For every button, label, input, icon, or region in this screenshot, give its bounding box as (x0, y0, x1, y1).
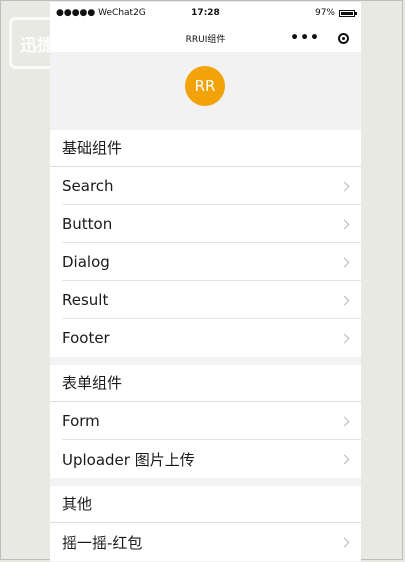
avatar[interactable]: RR (185, 66, 225, 106)
section-title: 表单组件 (50, 365, 361, 402)
section-divider (50, 478, 361, 486)
list-item-form[interactable]: Form (50, 402, 361, 440)
close-miniprogram-icon[interactable] (338, 32, 349, 44)
chevron-right-icon (339, 181, 350, 192)
page-title: RRUI组件 (185, 34, 226, 45)
item-label: Footer (62, 329, 110, 347)
chevron-right-icon (339, 219, 350, 230)
section-divider (50, 357, 361, 365)
phone-screen: ●●●●● WeChat2G 17:28 97% RRUI组件 ••• RR 基… (50, 2, 361, 562)
section-title: 基础组件 (50, 130, 361, 167)
battery-level (341, 11, 353, 15)
list-item-result[interactable]: Result (50, 281, 361, 319)
list-item-dialog[interactable]: Dialog (50, 243, 361, 281)
item-label: Form (62, 412, 100, 430)
item-label: Uploader 图片上传 (62, 450, 195, 469)
profile-header: RR (50, 52, 361, 130)
list-item-shake[interactable]: 摇一摇-红包 (50, 523, 361, 561)
list-item-uploader[interactable]: Uploader 图片上传 (50, 440, 361, 478)
section-other: 其他 摇一摇-红包 (50, 486, 361, 561)
chevron-right-icon (339, 537, 350, 548)
window-frame: 迅捷 ●●●●● WeChat2G 17:28 97% RRUI组件 ••• R… (0, 0, 403, 562)
watermark-text: 迅捷 (20, 35, 54, 56)
status-time: 17:28 (191, 8, 220, 18)
chevron-right-icon (339, 295, 350, 306)
nav-bar: RRUI组件 ••• (50, 24, 361, 52)
list-item-footer[interactable]: Footer (50, 319, 361, 357)
item-label: Result (62, 291, 109, 309)
section-title: 其他 (50, 486, 361, 523)
item-label: Search (62, 177, 114, 195)
section-form: 表单组件 Form Uploader 图片上传 (50, 365, 361, 478)
chevron-right-icon (339, 454, 350, 465)
chevron-right-icon (339, 333, 350, 344)
section-basic: 基础组件 Search Button Dialog Result Footer (50, 130, 361, 357)
status-bar: ●●●●● WeChat2G 17:28 97% (50, 2, 361, 24)
list-item-search[interactable]: Search (50, 167, 361, 205)
battery-icon (339, 9, 357, 17)
item-label: 摇一摇-红包 (62, 533, 143, 552)
chevron-right-icon (339, 257, 350, 268)
item-label: Dialog (62, 253, 110, 271)
item-label: Button (62, 215, 113, 233)
list-item-button[interactable]: Button (50, 205, 361, 243)
chevron-right-icon (339, 416, 350, 427)
